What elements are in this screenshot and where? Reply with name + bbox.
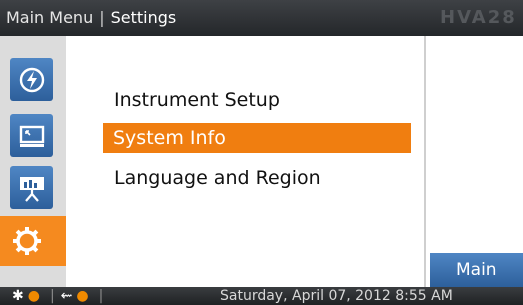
breadcrumb-current: Settings xyxy=(110,8,177,27)
model-label: HVA28 xyxy=(440,7,517,28)
right-panel xyxy=(426,36,523,287)
sidebar-item-display[interactable] xyxy=(10,114,53,157)
bluetooth-status-dot: ● xyxy=(27,288,40,304)
breadcrumb-root[interactable]: Main Menu xyxy=(6,8,93,27)
breadcrumb-separator: | xyxy=(99,8,105,27)
status-datetime: Saturday, April 07, 2012 8:55 AM xyxy=(220,288,453,304)
status-separator: | xyxy=(98,288,104,304)
gear-icon xyxy=(13,227,41,255)
status-separator: | xyxy=(49,288,55,304)
sidebar-item-presentation[interactable] xyxy=(10,166,53,209)
menu-item-instrument-setup[interactable]: Instrument Setup xyxy=(114,89,280,111)
presentation-icon xyxy=(19,176,44,202)
bluetooth-icon: ✱ xyxy=(12,288,24,304)
monitor-icon xyxy=(19,125,44,147)
usb-icon: ⇜ xyxy=(60,288,73,304)
status-icons: ✱ ● | ⇜ ● | xyxy=(12,288,109,304)
status-bar: ✱ ● | ⇜ ● | Saturday, April 07, 2012 8:55 AM xyxy=(0,287,523,305)
title-bar: Main Menu | Settings HVA28 xyxy=(0,0,523,36)
usb-status-dot: ● xyxy=(76,288,89,304)
menu-item-language-region[interactable]: Language and Region xyxy=(114,167,321,189)
sidebar-item-power[interactable] xyxy=(10,58,53,101)
breadcrumb: Main Menu | Settings xyxy=(6,8,176,27)
menu-item-system-info[interactable]: System Info xyxy=(103,123,411,153)
main-button[interactable]: Main xyxy=(430,253,523,287)
power-icon xyxy=(19,67,44,92)
settings-menu: Instrument Setup System Info Language an… xyxy=(66,36,424,287)
sidebar xyxy=(0,36,88,287)
